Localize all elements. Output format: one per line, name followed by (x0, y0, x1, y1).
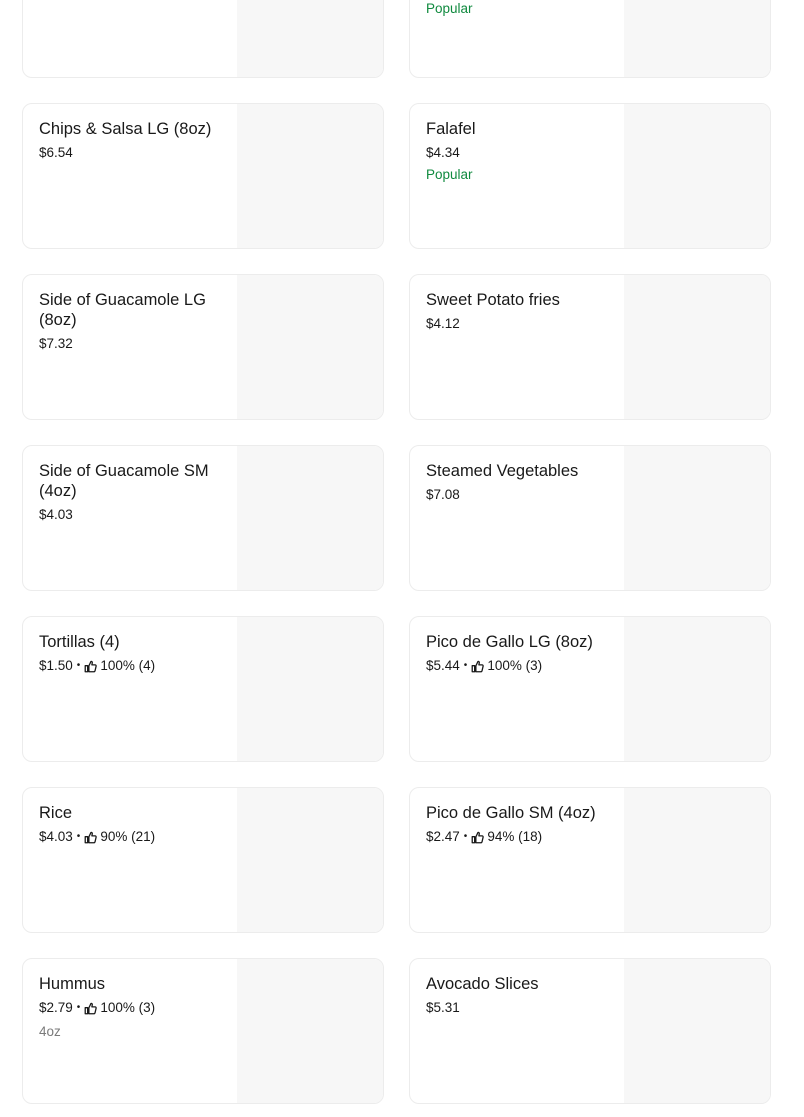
menu-item-price: $5.31 (426, 1000, 460, 1015)
menu-item-rating: 100% (3) (100, 1000, 156, 1015)
menu-item-name: Sweet Potato fries (426, 291, 560, 309)
menu-item-name: Chips & Salsa LG (8oz) (39, 120, 212, 138)
menu-item-name: Side of Guacamole SM (4oz) (39, 462, 209, 500)
menu-item-image (237, 0, 383, 77)
thumbs-up-icon (471, 831, 485, 844)
menu-item-card[interactable]: Side of Guacamole LG (8oz) $7.32 (22, 274, 384, 420)
menu-item-description: 4oz (39, 1024, 61, 1039)
menu-item-price: $4.03 (39, 507, 73, 522)
menu-item-card[interactable]: Tortillas (4) $1.50 • 100% (4) (22, 616, 384, 762)
menu-item-info: Pico de Gallo LG (8oz) $5.44 • 100% (3) (426, 632, 611, 675)
thumbs-up-icon (84, 660, 98, 673)
menu-item-image (237, 617, 383, 761)
menu-item-meta: $5.44 • 100% (3) (426, 657, 611, 675)
separator-dot: • (463, 660, 468, 671)
menu-item-card[interactable]: Side of Guacamole SM (4oz) $4.03 (22, 445, 384, 591)
menu-item-image (237, 275, 383, 419)
menu-item-name: Falafel (426, 120, 476, 138)
menu-item-card[interactable]: Sweet Potato fries $4.12 (409, 274, 771, 420)
menu-item-image (624, 104, 770, 248)
menu-item-image (624, 788, 770, 932)
menu-item-price: $4.03 (39, 829, 73, 844)
separator-dot: • (76, 660, 81, 671)
menu-item-image (624, 617, 770, 761)
menu-item-meta: $2.47 • 94% (18) (426, 828, 611, 846)
menu-item-card[interactable]: Hummus $2.79 • 100% (3) 4oz (22, 958, 384, 1104)
menu-item-image (237, 446, 383, 590)
menu-item-info: Falafel $4.34 Popular (426, 119, 611, 184)
thumbs-up-icon (84, 1002, 98, 1015)
menu-item-price: $7.32 (39, 336, 73, 351)
menu-item-rating: 100% (3) (487, 658, 543, 673)
menu-viewport: Popular Chips & Salsa LG (8oz) $6.54 Falafe… (0, 0, 804, 1117)
menu-item-name: Rice (39, 804, 73, 822)
popular-badge: Popular (426, 167, 473, 182)
menu-item-name: Tortillas (4) (39, 633, 120, 651)
menu-item-card[interactable]: Pico de Gallo LG (8oz) $5.44 • 100% (3) (409, 616, 771, 762)
menu-item-info: Hummus $2.79 • 100% (3) 4oz (39, 974, 224, 1041)
menu-item-name: Avocado Slices (426, 975, 539, 993)
menu-item-image (237, 788, 383, 932)
menu-item-info: Rice $4.03 • 90% (21) (39, 803, 224, 846)
menu-item-card[interactable]: Falafel $4.34 Popular (409, 103, 771, 249)
menu-item-meta: $5.31 (426, 999, 611, 1017)
menu-item-name: Side of Guacamole LG (8oz) (39, 291, 206, 329)
menu-item-info: Avocado Slices $5.31 (426, 974, 611, 1017)
menu-item-card[interactable]: Steamed Vegetables $7.08 (409, 445, 771, 591)
menu-item-name: Steamed Vegetables (426, 462, 579, 480)
menu-item-price: $6.54 (39, 145, 73, 160)
menu-item-price: $4.34 (426, 145, 460, 160)
menu-item-image (624, 959, 770, 1103)
thumbs-up-icon (84, 831, 98, 844)
menu-item-rating: 100% (4) (100, 658, 156, 673)
menu-item-info: Pico de Gallo SM (4oz) $2.47 • 94% (18) (426, 803, 611, 846)
menu-item-name: Hummus (39, 975, 106, 993)
menu-item-info: Tortillas (4) $1.50 • 100% (4) (39, 632, 224, 675)
menu-item-name: Pico de Gallo SM (4oz) (426, 804, 596, 822)
popular-badge: Popular (426, 1, 473, 16)
thumbs-up-icon (471, 660, 485, 673)
menu-item-meta: $2.79 • 100% (3) (39, 999, 224, 1017)
menu-item-price: $2.47 (426, 829, 460, 844)
separator-dot: • (463, 831, 468, 842)
menu-item-info: Side of Guacamole SM (4oz) $4.03 (39, 461, 224, 524)
menu-item-price: $7.08 (426, 487, 460, 502)
menu-item-card[interactable] (22, 0, 384, 78)
separator-dot: • (76, 831, 81, 842)
menu-item-price: $5.44 (426, 658, 460, 673)
menu-item-image (237, 959, 383, 1103)
menu-item-meta: $6.54 (39, 144, 224, 162)
menu-item-meta: $4.03 (39, 506, 224, 524)
menu-item-card[interactable]: Chips & Salsa LG (8oz) $6.54 (22, 103, 384, 249)
menu-item-card[interactable]: Avocado Slices $5.31 (409, 958, 771, 1104)
menu-item-info: Popular (426, 0, 611, 18)
menu-item-image (624, 275, 770, 419)
menu-item-price: $1.50 (39, 658, 73, 673)
menu-item-info: Side of Guacamole LG (8oz) $7.32 (39, 290, 224, 353)
separator-dot: • (76, 1002, 81, 1013)
menu-item-rating: 94% (18) (487, 829, 543, 844)
menu-item-image (237, 104, 383, 248)
menu-item-meta: $7.32 (39, 335, 224, 353)
menu-item-name: Pico de Gallo LG (8oz) (426, 633, 593, 651)
menu-item-rating: 90% (21) (100, 829, 156, 844)
menu-item-card[interactable]: Rice $4.03 • 90% (21) (22, 787, 384, 933)
menu-item-info: Steamed Vegetables $7.08 (426, 461, 611, 504)
menu-item-price: $2.79 (39, 1000, 73, 1015)
menu-item-info: Chips & Salsa LG (8oz) $6.54 (39, 119, 224, 162)
menu-item-meta: $7.08 (426, 486, 611, 504)
menu-item-meta: $4.12 (426, 315, 611, 333)
menu-item-price: $4.12 (426, 316, 460, 331)
menu-item-image (624, 446, 770, 590)
menu-item-card[interactable]: Pico de Gallo SM (4oz) $2.47 • 94% (18) (409, 787, 771, 933)
menu-item-info: Sweet Potato fries $4.12 (426, 290, 611, 333)
menu-item-grid: Popular Chips & Salsa LG (8oz) $6.54 Falafe… (22, 0, 771, 1104)
menu-item-image (624, 0, 770, 77)
menu-item-card[interactable]: Popular (409, 0, 771, 78)
menu-item-meta: $4.34 (426, 144, 611, 162)
menu-item-meta: $1.50 • 100% (4) (39, 657, 224, 675)
menu-item-meta: $4.03 • 90% (21) (39, 828, 224, 846)
